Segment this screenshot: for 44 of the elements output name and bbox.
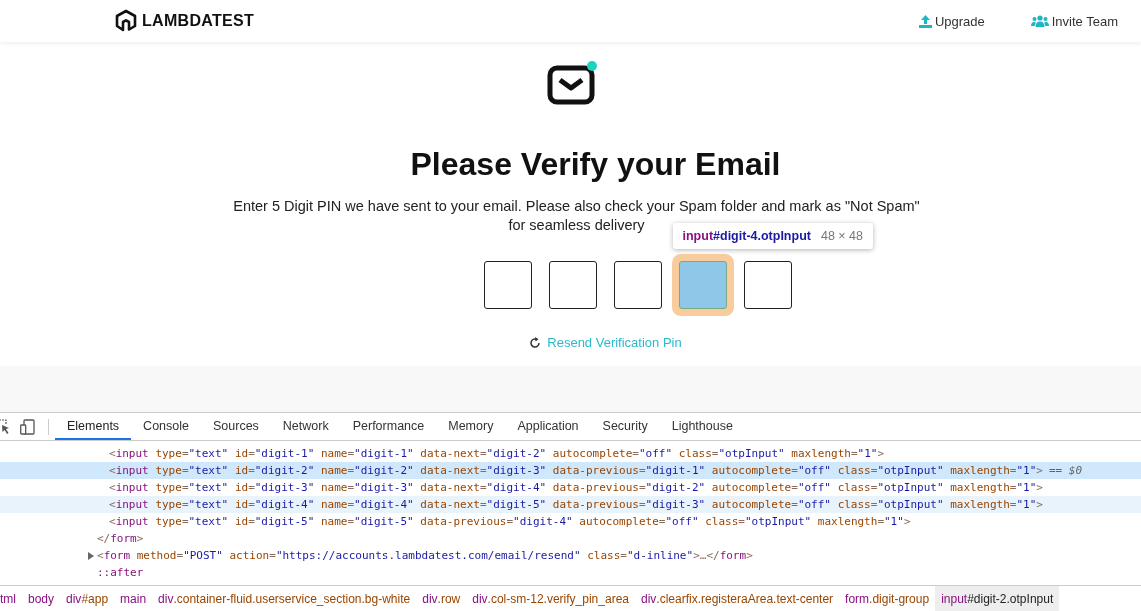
breadcrumb-item[interactable]: body (22, 586, 61, 611)
devtools-tab[interactable]: Console (131, 413, 201, 440)
expand-icon[interactable] (88, 551, 94, 560)
logo-icon (114, 9, 138, 33)
html-code-line[interactable]: <input type="text" id="digit-2" name="digit-2" data-next="digit-3" data-previous="digit-1" autocomplete="off" class="otpInput" maxlength="1"> (109, 464, 1043, 477)
breadcrumb-item[interactable]: div.row (416, 586, 467, 611)
breadcrumb-item[interactable]: input#digit-2.otpInput (935, 586, 1060, 611)
device-icon[interactable] (20, 418, 36, 435)
devtools-tab[interactable]: Elements (55, 413, 132, 440)
pin-field[interactable] (743, 261, 792, 309)
breadcrumb-item[interactable]: main (114, 586, 153, 611)
refresh-icon (529, 336, 542, 349)
inspect-icon[interactable] (0, 418, 10, 435)
breadcrumb-item[interactable]: div#app (60, 586, 115, 611)
upload-icon (918, 14, 932, 28)
breadcrumb-item[interactable]: tml (0, 586, 22, 611)
html-code-line[interactable]: <input type="text" id="digit-5" name="digit-5" data-previous="digit-4" autocomplete="off" class="otpInput" maxlength="1"> (109, 515, 911, 528)
breadcrumb-item[interactable]: div.container-fluid.userservice_section.bg-white (152, 586, 417, 611)
pin-field[interactable] (483, 261, 532, 309)
inspect-tooltip: input#digit-4.otpInput 48 × 48 (672, 223, 873, 249)
devtools-tab[interactable]: Performance (340, 413, 437, 440)
devtools-tab[interactable]: Lighthouse (659, 413, 745, 440)
html-code-line[interactable]: <input type="text" id="digit-1" name="digit-1" data-next="digit-2" autocomplete="off" class="otpInput" maxlength="1"> (109, 447, 884, 460)
devtools-tab[interactable]: Sources (201, 413, 271, 440)
pin-field[interactable] (613, 261, 662, 309)
pin-field[interactable] (548, 261, 597, 309)
html-code-line[interactable]: ::after (97, 566, 144, 579)
breadcrumb-item[interactable]: div.clearfix.registeraArea.text-center (635, 586, 840, 611)
devtools-tab[interactable]: Security (590, 413, 660, 440)
header-link[interactable]: Upgrade (918, 13, 985, 29)
users-icon (1030, 15, 1049, 27)
html-code-line[interactable]: <form method="POST" action="https://accounts.lambdatest.com/email/resend" class="d-inline">…</form> (97, 549, 753, 562)
envelope-icon (546, 60, 599, 106)
logo-text: LAMBDATEST (142, 12, 255, 30)
breadcrumb-item[interactable]: div.col-sm-12.verify_pin_area (466, 586, 635, 611)
console-reference: == $0 (1048, 464, 1083, 477)
devtools-tab[interactable]: Memory (436, 413, 506, 440)
breadcrumb-item[interactable]: form.digit-group (839, 586, 936, 611)
html-code-line[interactable]: <input type="text" id="digit-3" name="digit-3" data-next="digit-4" data-previous="digit-2" autocomplete="off" class="otpInput" maxlength="1"> (109, 481, 1043, 494)
page-title: Please Verify your Email (410, 146, 781, 183)
devtools-tab[interactable]: Network (270, 413, 341, 440)
header-link[interactable]: Invite Team (1030, 13, 1118, 29)
devtools-tab[interactable]: Application (505, 413, 591, 440)
html-code-line[interactable]: </form> (97, 532, 144, 545)
